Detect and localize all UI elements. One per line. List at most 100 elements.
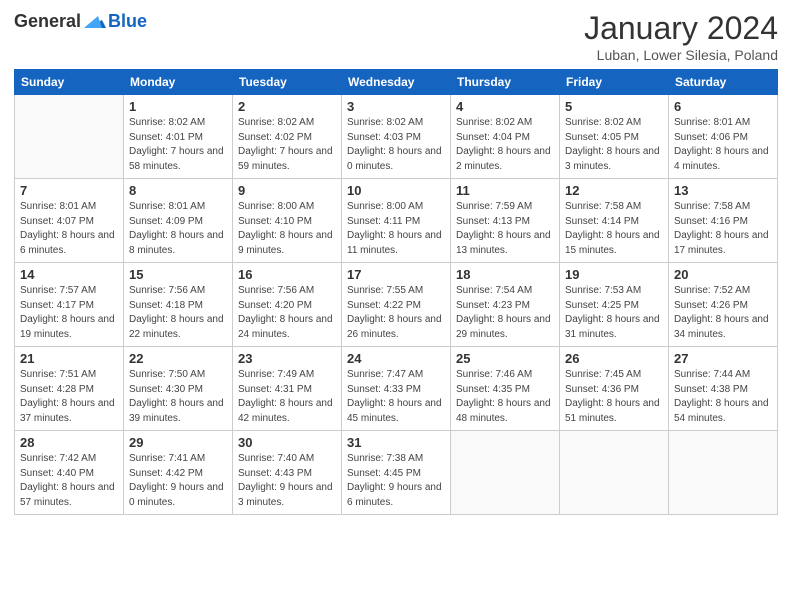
title-block: January 2024 Luban, Lower Silesia, Polan… [584,10,778,63]
sunset-text: Sunset: 4:43 PM [238,467,336,482]
sunrise-text: Sunrise: 8:00 AM [238,200,336,215]
sunset-text: Sunset: 4:18 PM [129,299,227,314]
table-row: 21Sunrise: 7:51 AMSunset: 4:28 PMDayligh… [15,347,124,431]
day-number: 27 [674,351,772,366]
daylight-text: Daylight: 8 hours and 51 minutes. [565,397,663,426]
day-number: 30 [238,435,336,450]
sunset-text: Sunset: 4:38 PM [674,383,772,398]
sunrise-text: Sunrise: 7:55 AM [347,284,445,299]
day-number: 12 [565,183,663,198]
table-row: 30 Sunrise: 7:40 AMSunset: 4:43 PMDayligh… [233,431,342,515]
daylight-text: Daylight: 8 hours and 29 minutes. [456,313,554,342]
day-number: 24 [347,351,445,366]
day-info: Sunrise: 7:40 AMSunset: 4:43 PMDaylight:… [238,452,336,510]
sunset-text: Sunset: 4:45 PM [347,467,445,482]
sunrise-text: Sunrise: 7:56 AM [129,284,227,299]
table-row: 18Sunrise: 7:54 AMSunset: 4:23 PMDayligh… [451,263,560,347]
table-row: 12 Sunrise: 7:58 AMSunset: 4:14 PMDayligh… [560,179,669,263]
daylight-text: Daylight: 8 hours and 37 minutes. [20,397,118,426]
table-row: 10Sunrise: 8:00 AMSunset: 4:11 PMDayligh… [342,179,451,263]
day-info: Sunrise: 8:02 AMSunset: 4:01 PMDaylight:… [129,116,227,174]
daylight-text: Daylight: 8 hours and 8 minutes. [129,229,227,258]
sunrise-text: Sunrise: 8:01 AM [20,200,118,215]
day-number: 21 [20,351,118,366]
sunset-text: Sunset: 4:16 PM [674,215,772,230]
day-info: Sunrise: 7:52 AMSunset: 4:26 PMDaylight:… [674,284,772,342]
header: General Blue January 2024 Luban, Lower S… [14,10,778,63]
day-info: Sunrise: 7:57 AMSunset: 4:17 PMDaylight:… [20,284,118,342]
day-number: 9 [238,183,336,198]
sunset-text: Sunset: 4:05 PM [565,131,663,146]
sunrise-text: Sunrise: 7:51 AM [20,368,118,383]
sunrise-text: Sunrise: 7:57 AM [20,284,118,299]
sunset-text: Sunset: 4:01 PM [129,131,227,146]
day-info: Sunrise: 7:45 AMSunset: 4:36 PMDaylight:… [565,368,663,426]
daylight-text: Daylight: 8 hours and 2 minutes. [456,145,554,174]
logo-general-text: General [14,11,81,32]
calendar-week-row: 1Sunrise: 8:02 AMSunset: 4:01 PMDaylight… [15,95,778,179]
sunrise-text: Sunrise: 7:50 AM [129,368,227,383]
day-info: Sunrise: 7:42 AMSunset: 4:40 PMDaylight:… [20,452,118,510]
calendar-week-row: 21Sunrise: 7:51 AMSunset: 4:28 PMDayligh… [15,347,778,431]
day-number: 23 [238,351,336,366]
daylight-text: Daylight: 8 hours and 48 minutes. [456,397,554,426]
table-row: 5Sunrise: 8:02 AMSunset: 4:05 PMDaylight… [560,95,669,179]
col-sunday: Sunday [15,70,124,95]
table-row: 2Sunrise: 8:02 AMSunset: 4:02 PMDaylight… [233,95,342,179]
table-row: 26 Sunrise: 7:45 AMSunset: 4:36 PMDayligh… [560,347,669,431]
day-info: Sunrise: 8:01 AMSunset: 4:07 PMDaylight:… [20,200,118,258]
day-info: Sunrise: 8:01 AMSunset: 4:06 PMDaylight:… [674,116,772,174]
sunset-text: Sunset: 4:04 PM [456,131,554,146]
daylight-text: Daylight: 8 hours and 9 minutes. [238,229,336,258]
sunset-text: Sunset: 4:03 PM [347,131,445,146]
daylight-text: Daylight: 8 hours and 3 minutes. [565,145,663,174]
table-row [451,431,560,515]
day-number: 16 [238,267,336,282]
day-number: 3 [347,99,445,114]
daylight-text: Daylight: 8 hours and 57 minutes. [20,481,118,510]
day-info: Sunrise: 7:44 AMSunset: 4:38 PMDaylight:… [674,368,772,426]
day-number: 26 [565,351,663,366]
day-number: 8 [129,183,227,198]
table-row: 3 Sunrise: 8:02 AMSunset: 4:03 PMDaylight… [342,95,451,179]
day-number: 5 [565,99,663,114]
sunset-text: Sunset: 4:11 PM [347,215,445,230]
sunrise-text: Sunrise: 7:46 AM [456,368,554,383]
day-number: 17 [347,267,445,282]
day-number: 28 [20,435,118,450]
col-friday: Friday [560,70,669,95]
sunrise-text: Sunrise: 7:56 AM [238,284,336,299]
calendar-table: Sunday Monday Tuesday Wednesday Thursday… [14,69,778,515]
sunrise-text: Sunrise: 7:53 AM [565,284,663,299]
day-info: Sunrise: 8:02 AMSunset: 4:03 PMDaylight:… [347,116,445,174]
day-info: Sunrise: 8:02 AMSunset: 4:02 PMDaylight:… [238,116,336,174]
table-row: 29Sunrise: 7:41 AMSunset: 4:42 PMDayligh… [124,431,233,515]
col-tuesday: Tuesday [233,70,342,95]
day-number: 20 [674,267,772,282]
day-info: Sunrise: 8:00 AMSunset: 4:11 PMDaylight:… [347,200,445,258]
day-number: 11 [456,183,554,198]
day-number: 29 [129,435,227,450]
sunset-text: Sunset: 4:02 PM [238,131,336,146]
daylight-text: Daylight: 9 hours and 3 minutes. [238,481,336,510]
day-number: 19 [565,267,663,282]
sunset-text: Sunset: 4:22 PM [347,299,445,314]
day-info: Sunrise: 7:56 AMSunset: 4:20 PMDaylight:… [238,284,336,342]
day-info: Sunrise: 7:49 AMSunset: 4:31 PMDaylight:… [238,368,336,426]
day-number: 22 [129,351,227,366]
day-info: Sunrise: 7:58 AMSunset: 4:14 PMDaylight:… [565,200,663,258]
calendar-header-row: Sunday Monday Tuesday Wednesday Thursday… [15,70,778,95]
sunset-text: Sunset: 4:42 PM [129,467,227,482]
day-number: 31 [347,435,445,450]
sunset-text: Sunset: 4:13 PM [456,215,554,230]
sunrise-text: Sunrise: 7:54 AM [456,284,554,299]
day-info: Sunrise: 7:55 AMSunset: 4:22 PMDaylight:… [347,284,445,342]
table-row: 9Sunrise: 8:00 AMSunset: 4:10 PMDaylight… [233,179,342,263]
sunset-text: Sunset: 4:23 PM [456,299,554,314]
day-info: Sunrise: 7:50 AMSunset: 4:30 PMDaylight:… [129,368,227,426]
table-row: 25Sunrise: 7:46 AMSunset: 4:35 PMDayligh… [451,347,560,431]
sunset-text: Sunset: 4:26 PM [674,299,772,314]
day-number: 14 [20,267,118,282]
table-row: 13Sunrise: 7:58 AMSunset: 4:16 PMDayligh… [669,179,778,263]
daylight-text: Daylight: 8 hours and 31 minutes. [565,313,663,342]
